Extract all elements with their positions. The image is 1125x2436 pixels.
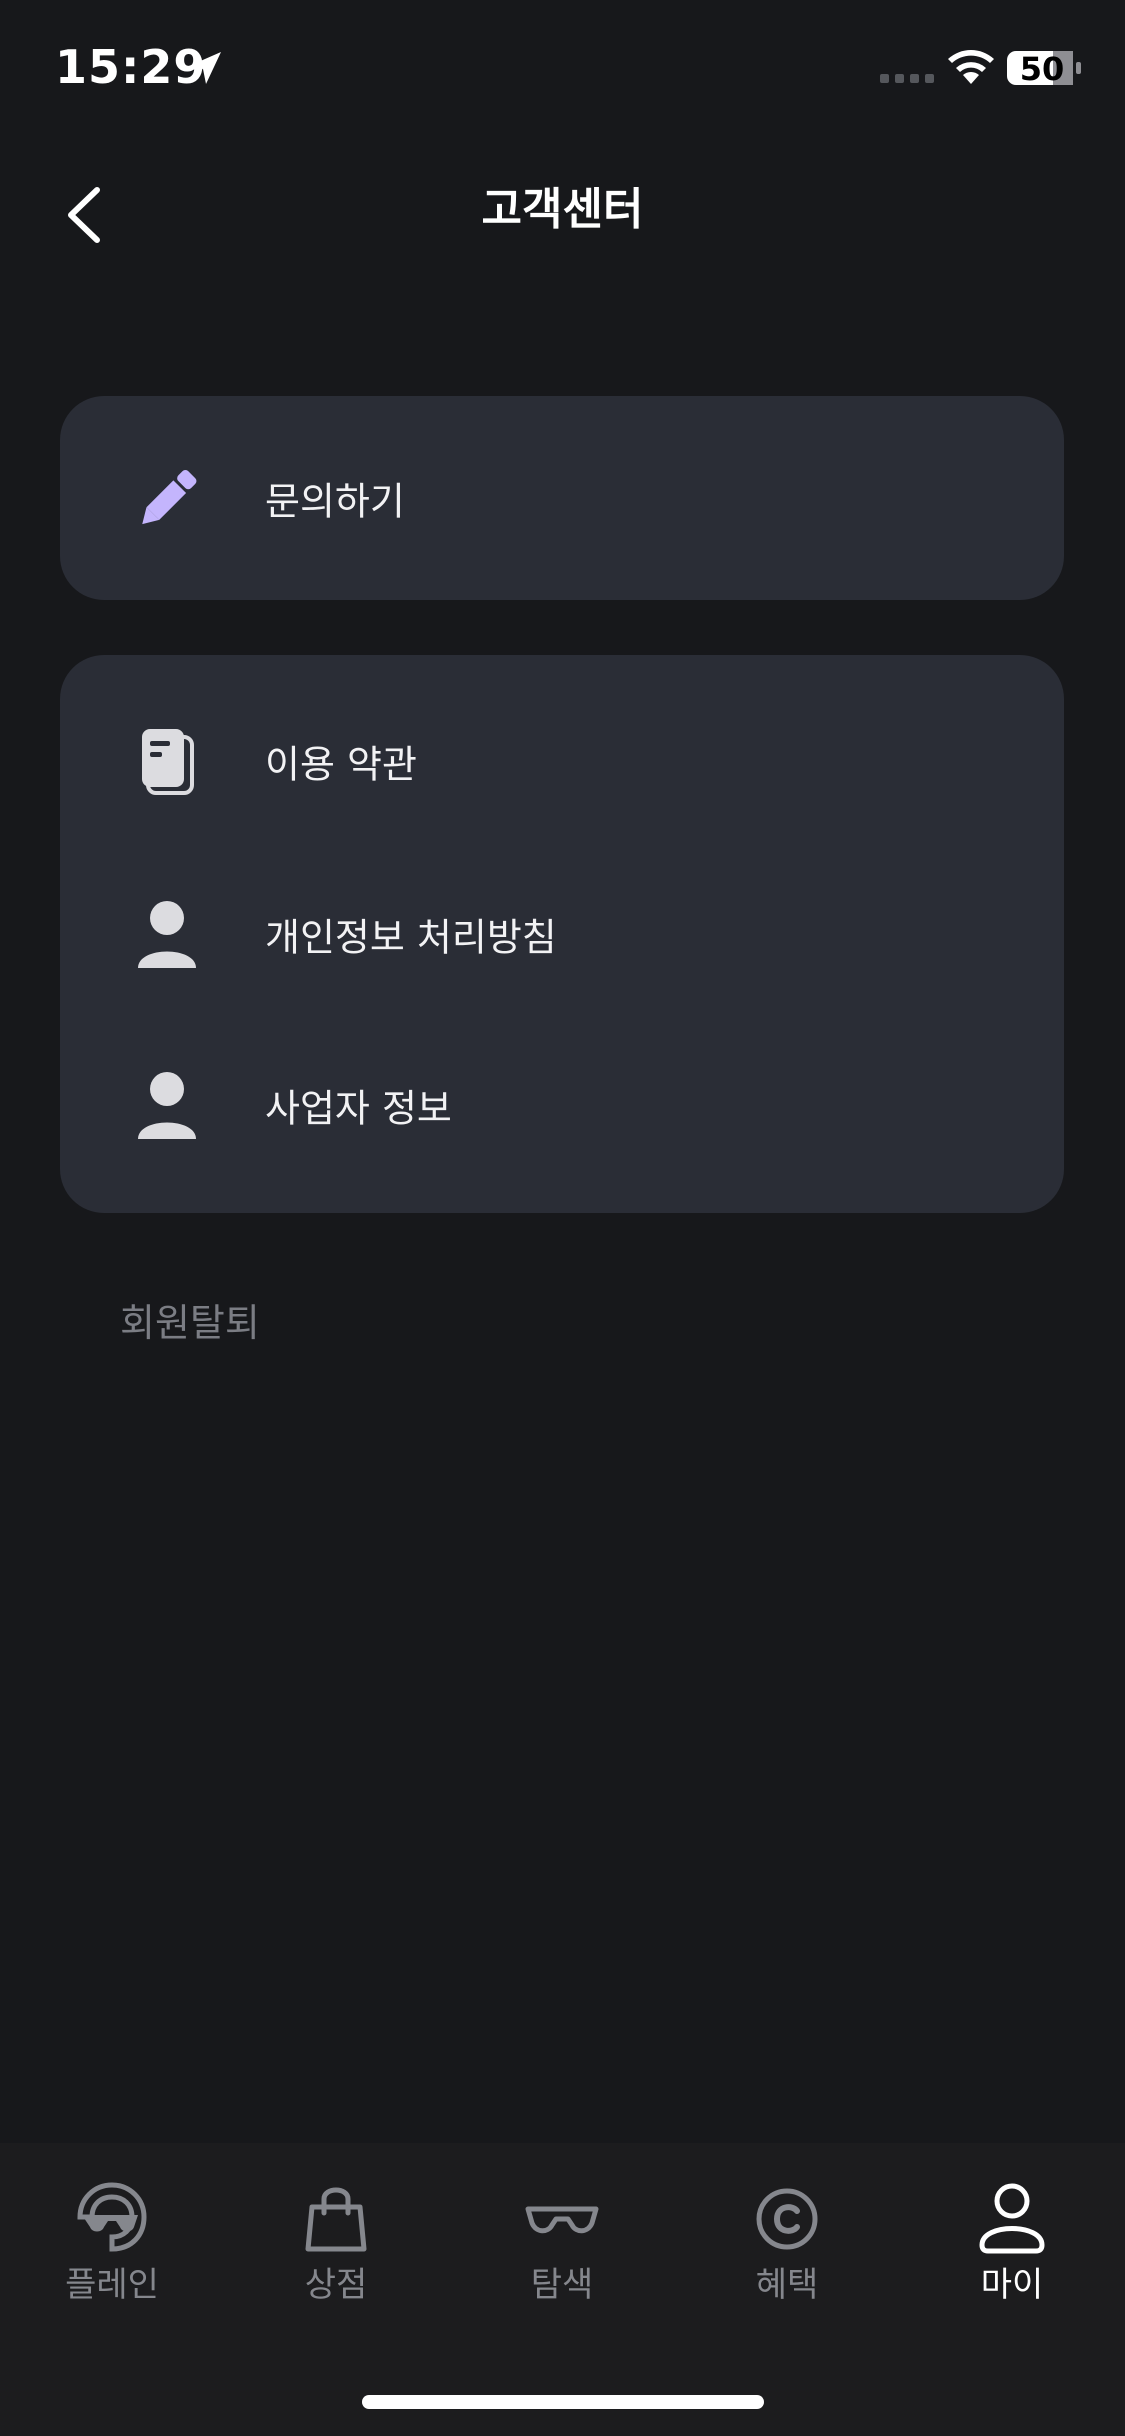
person-icon: [138, 1072, 196, 1139]
tab-label: 탐색: [530, 2265, 594, 2305]
shopping-bag-icon: [305, 2187, 367, 2252]
status-bar: 15:29 50: [0, 0, 1125, 140]
tab-plain[interactable]: 플레인: [12, 2179, 212, 2329]
tab-benefits[interactable]: 혜택: [687, 2179, 887, 2329]
menu-item-business-info[interactable]: 사업자 정보: [60, 1020, 1064, 1190]
menu-item-label: 개인정보 처리방침: [265, 915, 557, 960]
document-icon: [142, 729, 194, 795]
pencil-icon: [142, 469, 197, 525]
status-time: 15:29: [55, 40, 207, 94]
menu-item-label: 사업자 정보: [265, 1086, 452, 1131]
menu-item-inquiry[interactable]: 문의하기: [60, 413, 1064, 583]
tab-label: 상점: [304, 2265, 368, 2305]
menu-item-label: 문의하기: [265, 479, 405, 524]
policy-card: 이용 약관 개인정보 처리방침 사업자 정보: [60, 655, 1064, 1213]
tab-shop[interactable]: 상점: [236, 2179, 436, 2329]
coin-icon: [756, 2188, 818, 2250]
glasses-icon: [525, 2206, 599, 2234]
avatar-glasses-icon: [77, 2182, 147, 2252]
tab-label: 혜택: [755, 2265, 819, 2305]
tab-label: 플레인: [65, 2265, 159, 2305]
tab-label: 마이: [980, 2265, 1044, 2305]
home-indicator[interactable]: [362, 2395, 764, 2409]
tab-my[interactable]: 마이: [912, 2179, 1112, 2329]
inquiry-card: 문의하기: [60, 396, 1064, 600]
wifi-icon: [948, 50, 994, 84]
location-arrow-icon: [189, 52, 221, 84]
page-title: 고객센터: [481, 184, 644, 235]
menu-item-label: 이용 약관: [265, 742, 417, 787]
profile-icon: [979, 2183, 1045, 2254]
person-icon: [138, 901, 196, 968]
withdraw-link[interactable]: 회원탈퇴: [120, 1292, 260, 1347]
cellular-signal-icon: [880, 74, 934, 83]
tab-bar: 플레인 상점 탐색 혜택 마이: [0, 2143, 1125, 2436]
battery-level: 50: [1019, 50, 1065, 88]
tab-explore[interactable]: 탐색: [462, 2179, 662, 2329]
menu-item-privacy[interactable]: 개인정보 처리방침: [60, 849, 1064, 1019]
menu-item-terms[interactable]: 이용 약관: [60, 676, 1064, 846]
